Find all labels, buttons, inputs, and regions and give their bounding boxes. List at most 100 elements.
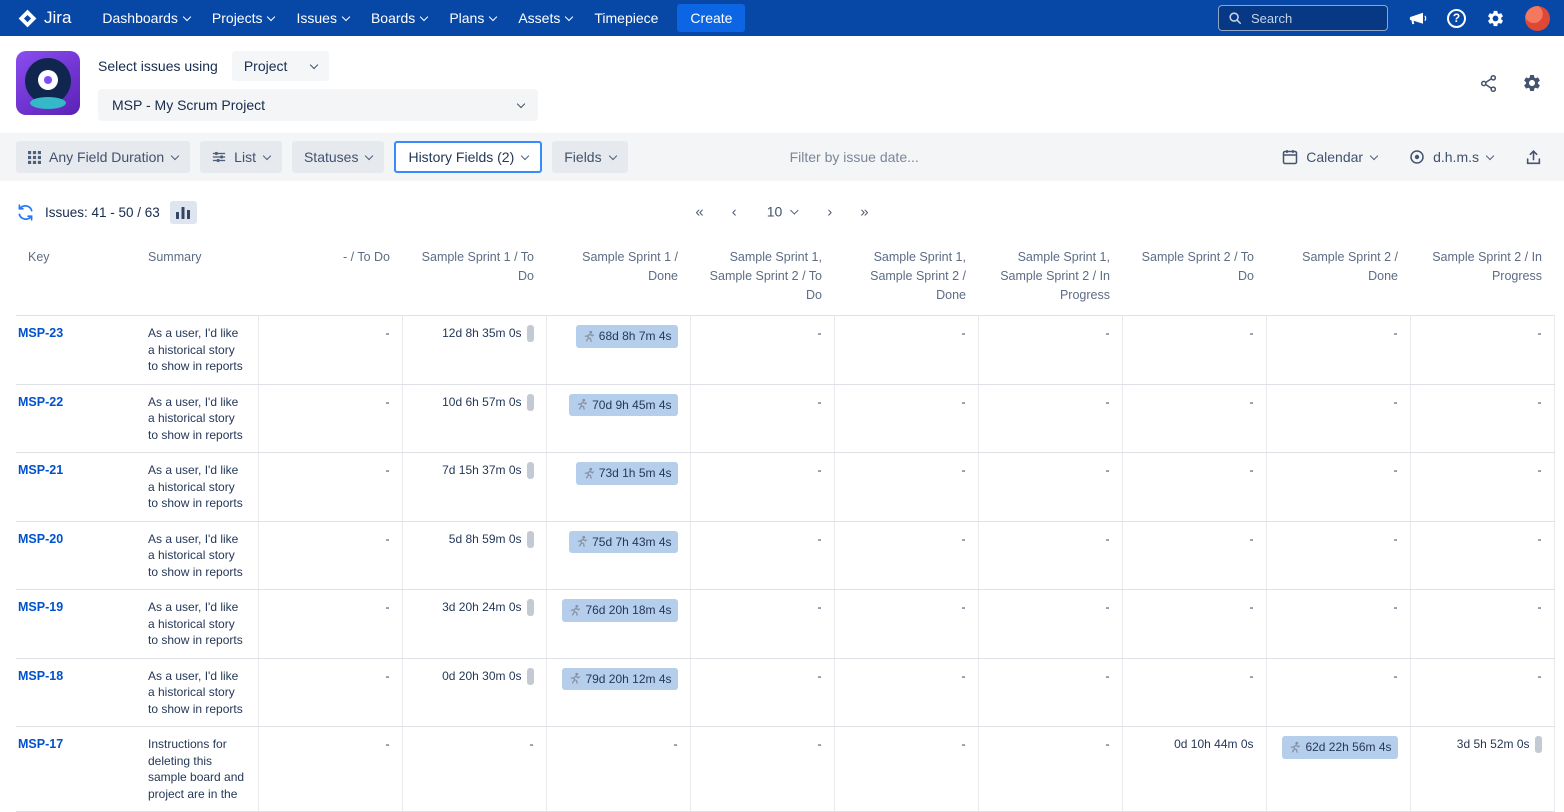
cell-scrollbar[interactable] xyxy=(527,668,534,685)
duration-cell: 12d 8h 35m 0s xyxy=(402,316,546,385)
table-row: MSP-21As a user, I'd like a historical s… xyxy=(16,453,1554,522)
issue-key-link[interactable]: MSP-18 xyxy=(18,669,63,683)
nav-item-dashboards[interactable]: Dashboards xyxy=(91,0,201,36)
cell-scrollbar[interactable] xyxy=(527,462,534,479)
duration-cell: - xyxy=(834,384,978,453)
chevron-down-icon xyxy=(420,12,428,20)
duration-cell: - xyxy=(258,384,402,453)
duration-badge: 76d 20h 18m 4s xyxy=(562,599,677,622)
toolbar: Any Field Duration List Statuses History… xyxy=(0,133,1564,181)
nav-item-label: Issues xyxy=(296,10,336,26)
cell-scrollbar[interactable] xyxy=(527,325,534,342)
export-button[interactable] xyxy=(1519,148,1548,167)
duration-cell: - xyxy=(690,727,834,812)
duration-value: - xyxy=(818,737,822,751)
bar-chart-icon xyxy=(176,207,190,219)
next-page-button[interactable]: › xyxy=(823,201,836,222)
duration-value: - xyxy=(1538,395,1542,409)
badge-value: 79d 20h 12m 4s xyxy=(585,671,671,688)
issue-key-link[interactable]: MSP-17 xyxy=(18,737,63,751)
announcements-icon[interactable] xyxy=(1408,9,1427,28)
user-avatar[interactable] xyxy=(1525,6,1550,31)
last-page-button[interactable]: » xyxy=(856,201,872,222)
create-button[interactable]: Create xyxy=(677,4,745,32)
chevron-down-icon xyxy=(267,12,275,20)
view-mode-dropdown[interactable]: List xyxy=(200,141,282,173)
fields-dropdown[interactable]: Fields xyxy=(552,141,627,173)
chart-view-button[interactable] xyxy=(170,201,197,224)
settings-gear-icon[interactable] xyxy=(1486,9,1505,28)
column-header-7: Sample Sprint 1, Sample Sprint 2 / In Pr… xyxy=(978,242,1122,316)
runner-icon xyxy=(582,330,595,343)
issue-key-link[interactable]: MSP-19 xyxy=(18,600,63,614)
global-search[interactable] xyxy=(1218,5,1388,31)
nav-item-plans[interactable]: Plans xyxy=(438,0,507,36)
issue-key-link[interactable]: MSP-22 xyxy=(18,395,63,409)
duration-cell: - xyxy=(834,521,978,590)
nav-item-boards[interactable]: Boards xyxy=(360,0,438,36)
cell-scrollbar[interactable] xyxy=(527,599,534,616)
nav-item-timepiece[interactable]: Timepiece xyxy=(583,0,669,36)
help-icon[interactable]: ? xyxy=(1447,9,1466,28)
field-duration-dropdown[interactable]: Any Field Duration xyxy=(16,141,190,173)
column-header-4: Sample Sprint 1 / Done xyxy=(546,242,690,316)
duration-cell: 3d 5h 52m 0s xyxy=(1410,727,1554,812)
duration-badge: 73d 1h 5m 4s xyxy=(576,462,678,485)
duration-cell: - xyxy=(690,453,834,522)
duration-value: - xyxy=(1250,326,1254,340)
nav-item-label: Projects xyxy=(212,10,263,26)
duration-value: 0d 10h 44m 0s xyxy=(1174,737,1253,751)
issue-date-filter-input[interactable] xyxy=(788,148,1058,166)
jira-home-link[interactable]: Jira xyxy=(18,8,71,28)
duration-format-dropdown[interactable]: d.h.m.s xyxy=(1403,148,1499,166)
runner-icon xyxy=(575,535,588,548)
duration-value: - xyxy=(1106,326,1110,340)
history-fields-dropdown[interactable]: History Fields (2) xyxy=(394,141,542,173)
issue-key-link[interactable]: MSP-20 xyxy=(18,532,63,546)
column-header-2: - / To Do xyxy=(258,242,402,316)
app-settings-gear-icon[interactable] xyxy=(1522,73,1542,93)
first-page-button[interactable]: « xyxy=(691,201,707,222)
refresh-button[interactable] xyxy=(16,203,35,222)
nav-item-label: Assets xyxy=(518,10,560,26)
calendar-dropdown[interactable]: Calendar xyxy=(1276,148,1383,166)
nav-item-assets[interactable]: Assets xyxy=(507,0,583,36)
share-icon[interactable] xyxy=(1479,74,1498,93)
chevron-down-icon xyxy=(489,12,497,20)
search-input[interactable] xyxy=(1249,10,1378,27)
issue-key-link[interactable]: MSP-23 xyxy=(18,326,63,340)
duration-value: - xyxy=(1538,669,1542,683)
statuses-dropdown[interactable]: Statuses xyxy=(292,141,384,173)
duration-badge: 79d 20h 12m 4s xyxy=(562,668,677,691)
duration-value: - xyxy=(386,737,390,751)
duration-value: - xyxy=(1106,532,1110,546)
issue-summary-cell: As a user, I'd like a historical story t… xyxy=(136,521,258,590)
duration-cell: 3d 20h 24m 0s xyxy=(402,590,546,659)
cell-scrollbar[interactable] xyxy=(1535,736,1542,753)
duration-cell: - xyxy=(690,384,834,453)
results-bar: Issues: 41 - 50 / 63 « ‹ 10 › » xyxy=(0,181,1564,236)
column-header-1: Summary xyxy=(136,242,258,316)
issue-source-dropdown[interactable]: Project xyxy=(232,51,330,81)
nav-item-issues[interactable]: Issues xyxy=(285,0,359,36)
nav-item-projects[interactable]: Projects xyxy=(201,0,286,36)
badge-value: 62d 22h 56m 4s xyxy=(1305,739,1391,756)
duration-value: 10d 6h 57m 0s xyxy=(442,395,521,409)
column-header-0: Key xyxy=(16,242,136,316)
column-header-3: Sample Sprint 1 / To Do xyxy=(402,242,546,316)
issue-key-link[interactable]: MSP-21 xyxy=(18,463,63,477)
duration-cell: - xyxy=(1266,453,1410,522)
cell-scrollbar[interactable] xyxy=(527,394,534,411)
header-actions xyxy=(1479,51,1542,93)
duration-value: - xyxy=(962,737,966,751)
table-row: MSP-22As a user, I'd like a historical s… xyxy=(16,384,1554,453)
prev-page-button[interactable]: ‹ xyxy=(728,201,741,222)
duration-value: 3d 5h 52m 0s xyxy=(1457,737,1530,751)
duration-value: - xyxy=(1250,532,1254,546)
cell-scrollbar[interactable] xyxy=(527,531,534,548)
table-row: MSP-20 As a user, I'd like a historical s… xyxy=(16,521,1554,590)
page-size-dropdown[interactable]: 10 xyxy=(761,202,804,220)
issues-table: KeySummary- / To DoSample Sprint 1 / To … xyxy=(0,236,1564,812)
project-dropdown[interactable]: MSP - My Scrum Project xyxy=(98,89,538,121)
duration-value: - xyxy=(818,395,822,409)
